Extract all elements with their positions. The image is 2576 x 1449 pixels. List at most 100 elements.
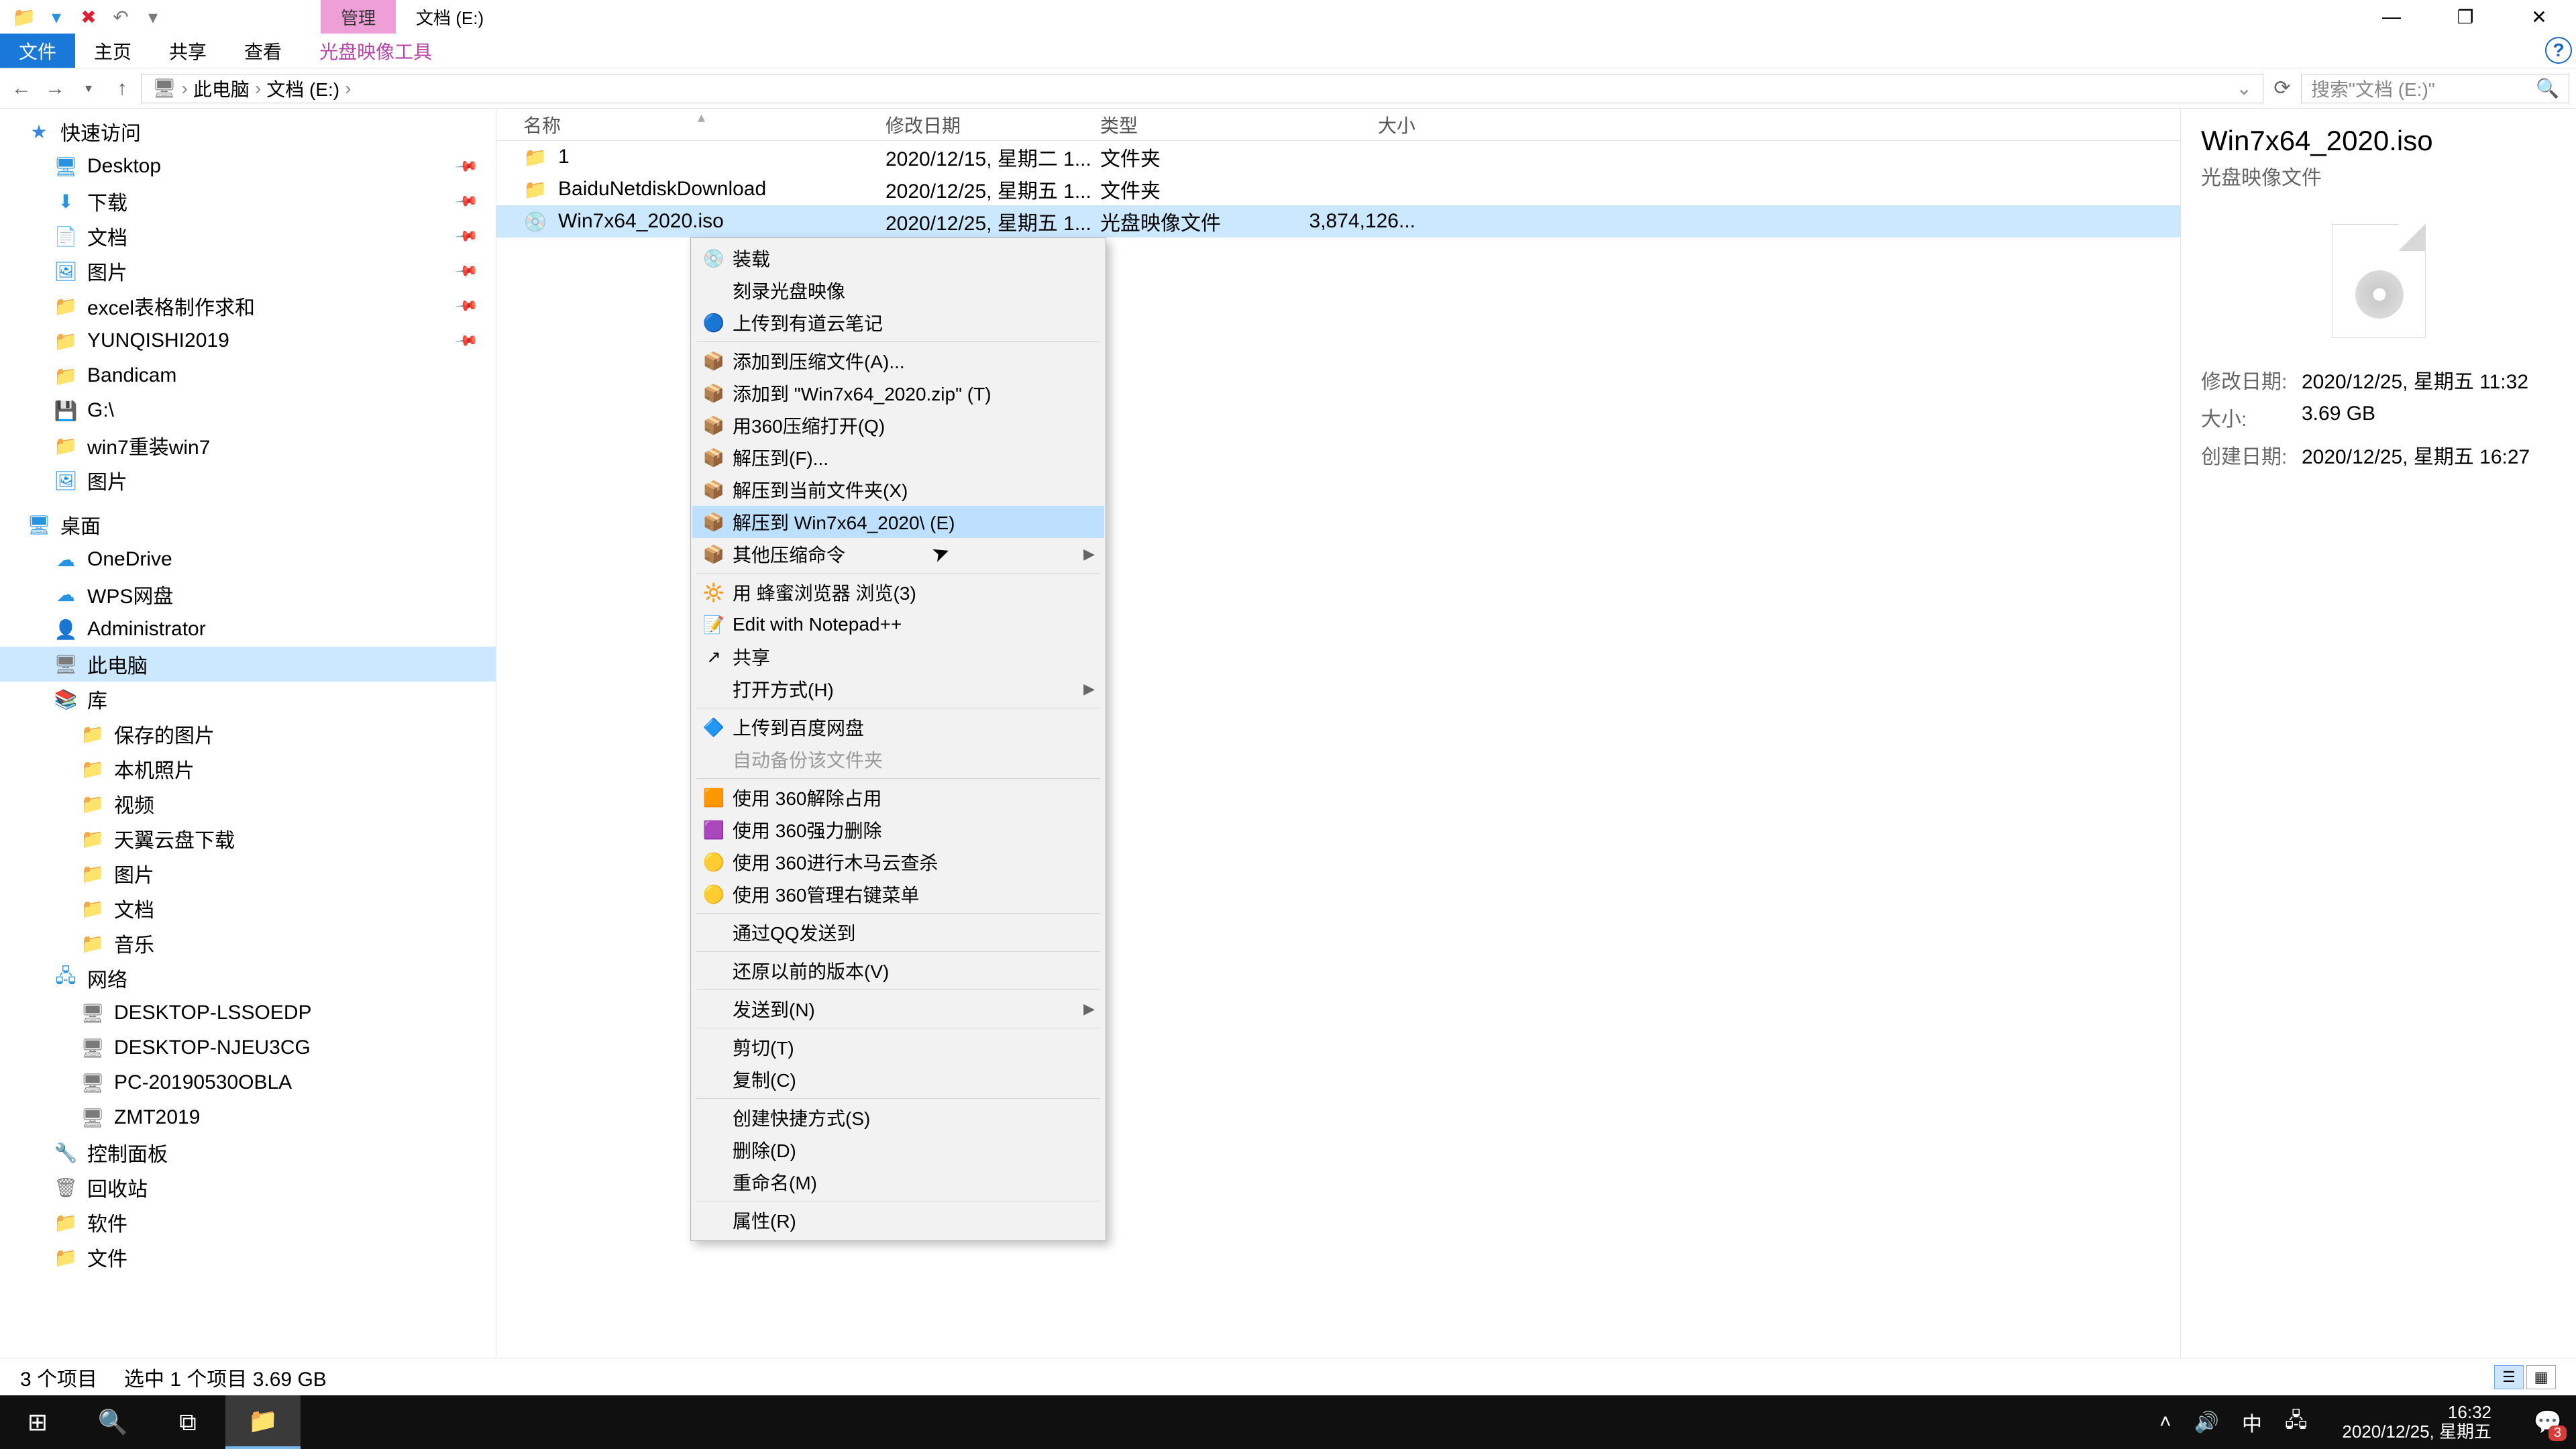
breadcrumb-drive[interactable]: 文档 (E:) [266,75,339,102]
tray-overflow-icon[interactable]: ˄ [2159,1411,2171,1434]
context-menu-item[interactable]: 📝Edit with Notepad++ [692,608,1104,641]
context-menu-item[interactable]: 🟡使用 360管理右键菜单 [692,878,1104,910]
file-row[interactable]: 📁BaiduNetdiskDownload2020/12/25, 星期五 1..… [496,173,2180,205]
file-row[interactable]: 💿Win7x64_2020.iso2020/12/25, 星期五 1...光盘映… [496,205,2180,237]
breadcrumb[interactable]: 🖥 › 此电脑 › 文档 (E:) › ⌄ [141,74,2263,103]
nav-item[interactable]: ☁OneDrive [0,542,496,577]
taskbar-clock[interactable]: 16:32 2020/12/25, 星期五 [2330,1403,2504,1441]
context-menu-item[interactable]: 📦解压到 Win7x64_2020\ (E) [692,506,1104,538]
context-menu-item[interactable]: 📦添加到 "Win7x64_2020.zip" (T) [692,377,1104,409]
back-button[interactable]: ← [7,74,36,103]
nav-item[interactable]: 🖥Desktop📌 [0,149,496,184]
search-icon[interactable]: 🔍 [2536,77,2559,99]
ribbon-tab-view[interactable]: 查看 [225,34,301,68]
col-type[interactable]: 类型 [1100,111,1288,138]
nav-item[interactable]: 🖥DESKTOP-NJEU3CG [0,1030,496,1065]
minimize-button[interactable]: — [2355,0,2428,34]
nav-item[interactable]: 📁图片 [0,856,496,891]
network-tray-icon[interactable]: 🖧 [2285,1405,2307,1440]
tab-contextual-manage[interactable]: 管理 [321,0,396,34]
col-size[interactable]: 大小 [1288,111,1436,138]
qat-dropdown-icon[interactable]: ▾ [140,3,166,30]
view-thumbnails-button[interactable]: ▦ [2526,1365,2556,1389]
search-box[interactable]: 搜索"文档 (E:)" 🔍 [2301,74,2569,103]
nav-network[interactable]: 🖧网络 [0,961,496,996]
nav-item[interactable]: 📁软件 [0,1205,496,1240]
up-button[interactable]: ↑ [107,74,137,103]
view-details-button[interactable]: ☰ [2494,1365,2524,1389]
context-menu-item[interactable]: 删除(D) [692,1134,1104,1166]
nav-quick-access[interactable]: ★快速访问 [0,114,496,149]
task-view-button[interactable]: ⧉ [150,1395,225,1449]
close-button[interactable]: ✕ [2502,0,2576,34]
nav-item[interactable]: ☁WPS网盘 [0,577,496,612]
refresh-button[interactable]: ⟳ [2267,74,2297,103]
context-menu-item[interactable]: 🔷上传到百度网盘 [692,711,1104,743]
context-menu-item[interactable]: 🟪使用 360强力删除 [692,814,1104,846]
nav-item[interactable]: 🖥ZMT2019 [0,1100,496,1135]
nav-item[interactable]: 💾G:\ [0,393,496,428]
maximize-button[interactable]: ❐ [2428,0,2502,34]
nav-item[interactable]: 👤Administrator [0,612,496,647]
nav-item[interactable]: 📁文件 [0,1240,496,1275]
help-icon[interactable]: ? [2545,37,2572,64]
nav-item[interactable]: 📚库 [0,682,496,716]
context-menu-item[interactable]: 📦解压到(F)... [692,441,1104,474]
context-menu-item[interactable]: 🔆用 蜂蜜浏览器 浏览(3) [692,576,1104,608]
nav-item[interactable]: 📁YUNQISHI2019📌 [0,323,496,358]
context-menu-item[interactable]: ↗共享 [692,641,1104,673]
ime-indicator[interactable]: 中 [2242,1407,2262,1437]
taskbar-explorer-button[interactable]: 📁 [225,1395,301,1449]
nav-item[interactable]: 📁文档 [0,891,496,926]
nav-item[interactable]: 📁excel表格制作求和📌 [0,288,496,323]
context-menu-item[interactable]: 剪切(T) [692,1031,1104,1063]
col-date[interactable]: 修改日期 [885,111,1100,138]
context-menu-item[interactable]: 发送到(N)▶ [692,993,1104,1025]
nav-desktop[interactable]: 🖥桌面 [0,507,496,542]
nav-item[interactable]: 📁保存的图片 [0,716,496,751]
address-dropdown-icon[interactable]: ⌄ [2237,77,2252,99]
context-menu-item[interactable]: 还原以前的版本(V) [692,955,1104,987]
properties-icon[interactable]: ▾ [43,3,70,30]
taskbar-search-button[interactable]: 🔍 [75,1395,150,1449]
nav-item[interactable]: 📁视频 [0,786,496,821]
history-dropdown[interactable]: ▾ [74,74,103,103]
action-center-button[interactable]: 💬3 [2526,1401,2569,1444]
context-menu-item[interactable]: 🟧使用 360解除占用 [692,782,1104,814]
nav-item[interactable]: 🖥PC-20190530OBLA [0,1065,496,1100]
file-row[interactable]: 📁12020/12/15, 星期二 1...文件夹 [496,141,2180,173]
nav-item[interactable]: 📄文档📌 [0,219,496,254]
ribbon-tab-disc-tools[interactable]: 光盘映像工具 [301,34,451,68]
volume-icon[interactable]: 🔊 [2194,1411,2219,1434]
nav-item[interactable]: 🖥DESKTOP-LSSOEDP [0,996,496,1030]
context-menu-item[interactable]: 刻录光盘映像 [692,274,1104,307]
forward-button[interactable]: → [40,74,70,103]
nav-item[interactable]: 🗑回收站 [0,1170,496,1205]
ribbon-tab-share[interactable]: 共享 [150,34,225,68]
undo-icon[interactable]: ↶ [107,3,134,30]
context-menu-item[interactable]: 复制(C) [692,1063,1104,1095]
nav-item[interactable]: 📁天翼云盘下载 [0,821,496,856]
nav-item[interactable]: 🔧控制面板 [0,1135,496,1170]
nav-item[interactable]: ⬇下载📌 [0,184,496,219]
col-name[interactable]: 名称 [496,111,885,138]
nav-item[interactable]: 📁win7重装win7 [0,428,496,463]
context-menu-item[interactable]: 重命名(M) [692,1166,1104,1198]
nav-item[interactable]: 🖥此电脑 [0,647,496,682]
context-menu-item[interactable]: 通过QQ发送到 [692,916,1104,949]
nav-item[interactable]: 📁本机照片 [0,751,496,786]
context-menu-item[interactable]: 📦解压到当前文件夹(X) [692,474,1104,506]
context-menu-item[interactable]: 创建快捷方式(S) [692,1102,1104,1134]
ribbon-tab-file[interactable]: 文件 [0,34,75,68]
nav-item[interactable]: 📁Bandicam [0,358,496,393]
context-menu-item[interactable]: 💿装载 [692,242,1104,274]
context-menu-item[interactable]: 📦用360压缩打开(Q) [692,409,1104,441]
context-menu-item[interactable]: 📦添加到压缩文件(A)... [692,345,1104,377]
start-button[interactable]: ⊞ [0,1395,75,1449]
ribbon-tab-home[interactable]: 主页 [75,34,150,68]
context-menu-item[interactable]: 📦其他压缩命令▶ [692,538,1104,570]
nav-item[interactable]: 📁音乐 [0,926,496,961]
delete-icon[interactable]: ✖ [75,3,102,30]
nav-item[interactable]: 🖼图片📌 [0,254,496,288]
context-menu-item[interactable]: 🔵上传到有道云笔记 [692,307,1104,339]
